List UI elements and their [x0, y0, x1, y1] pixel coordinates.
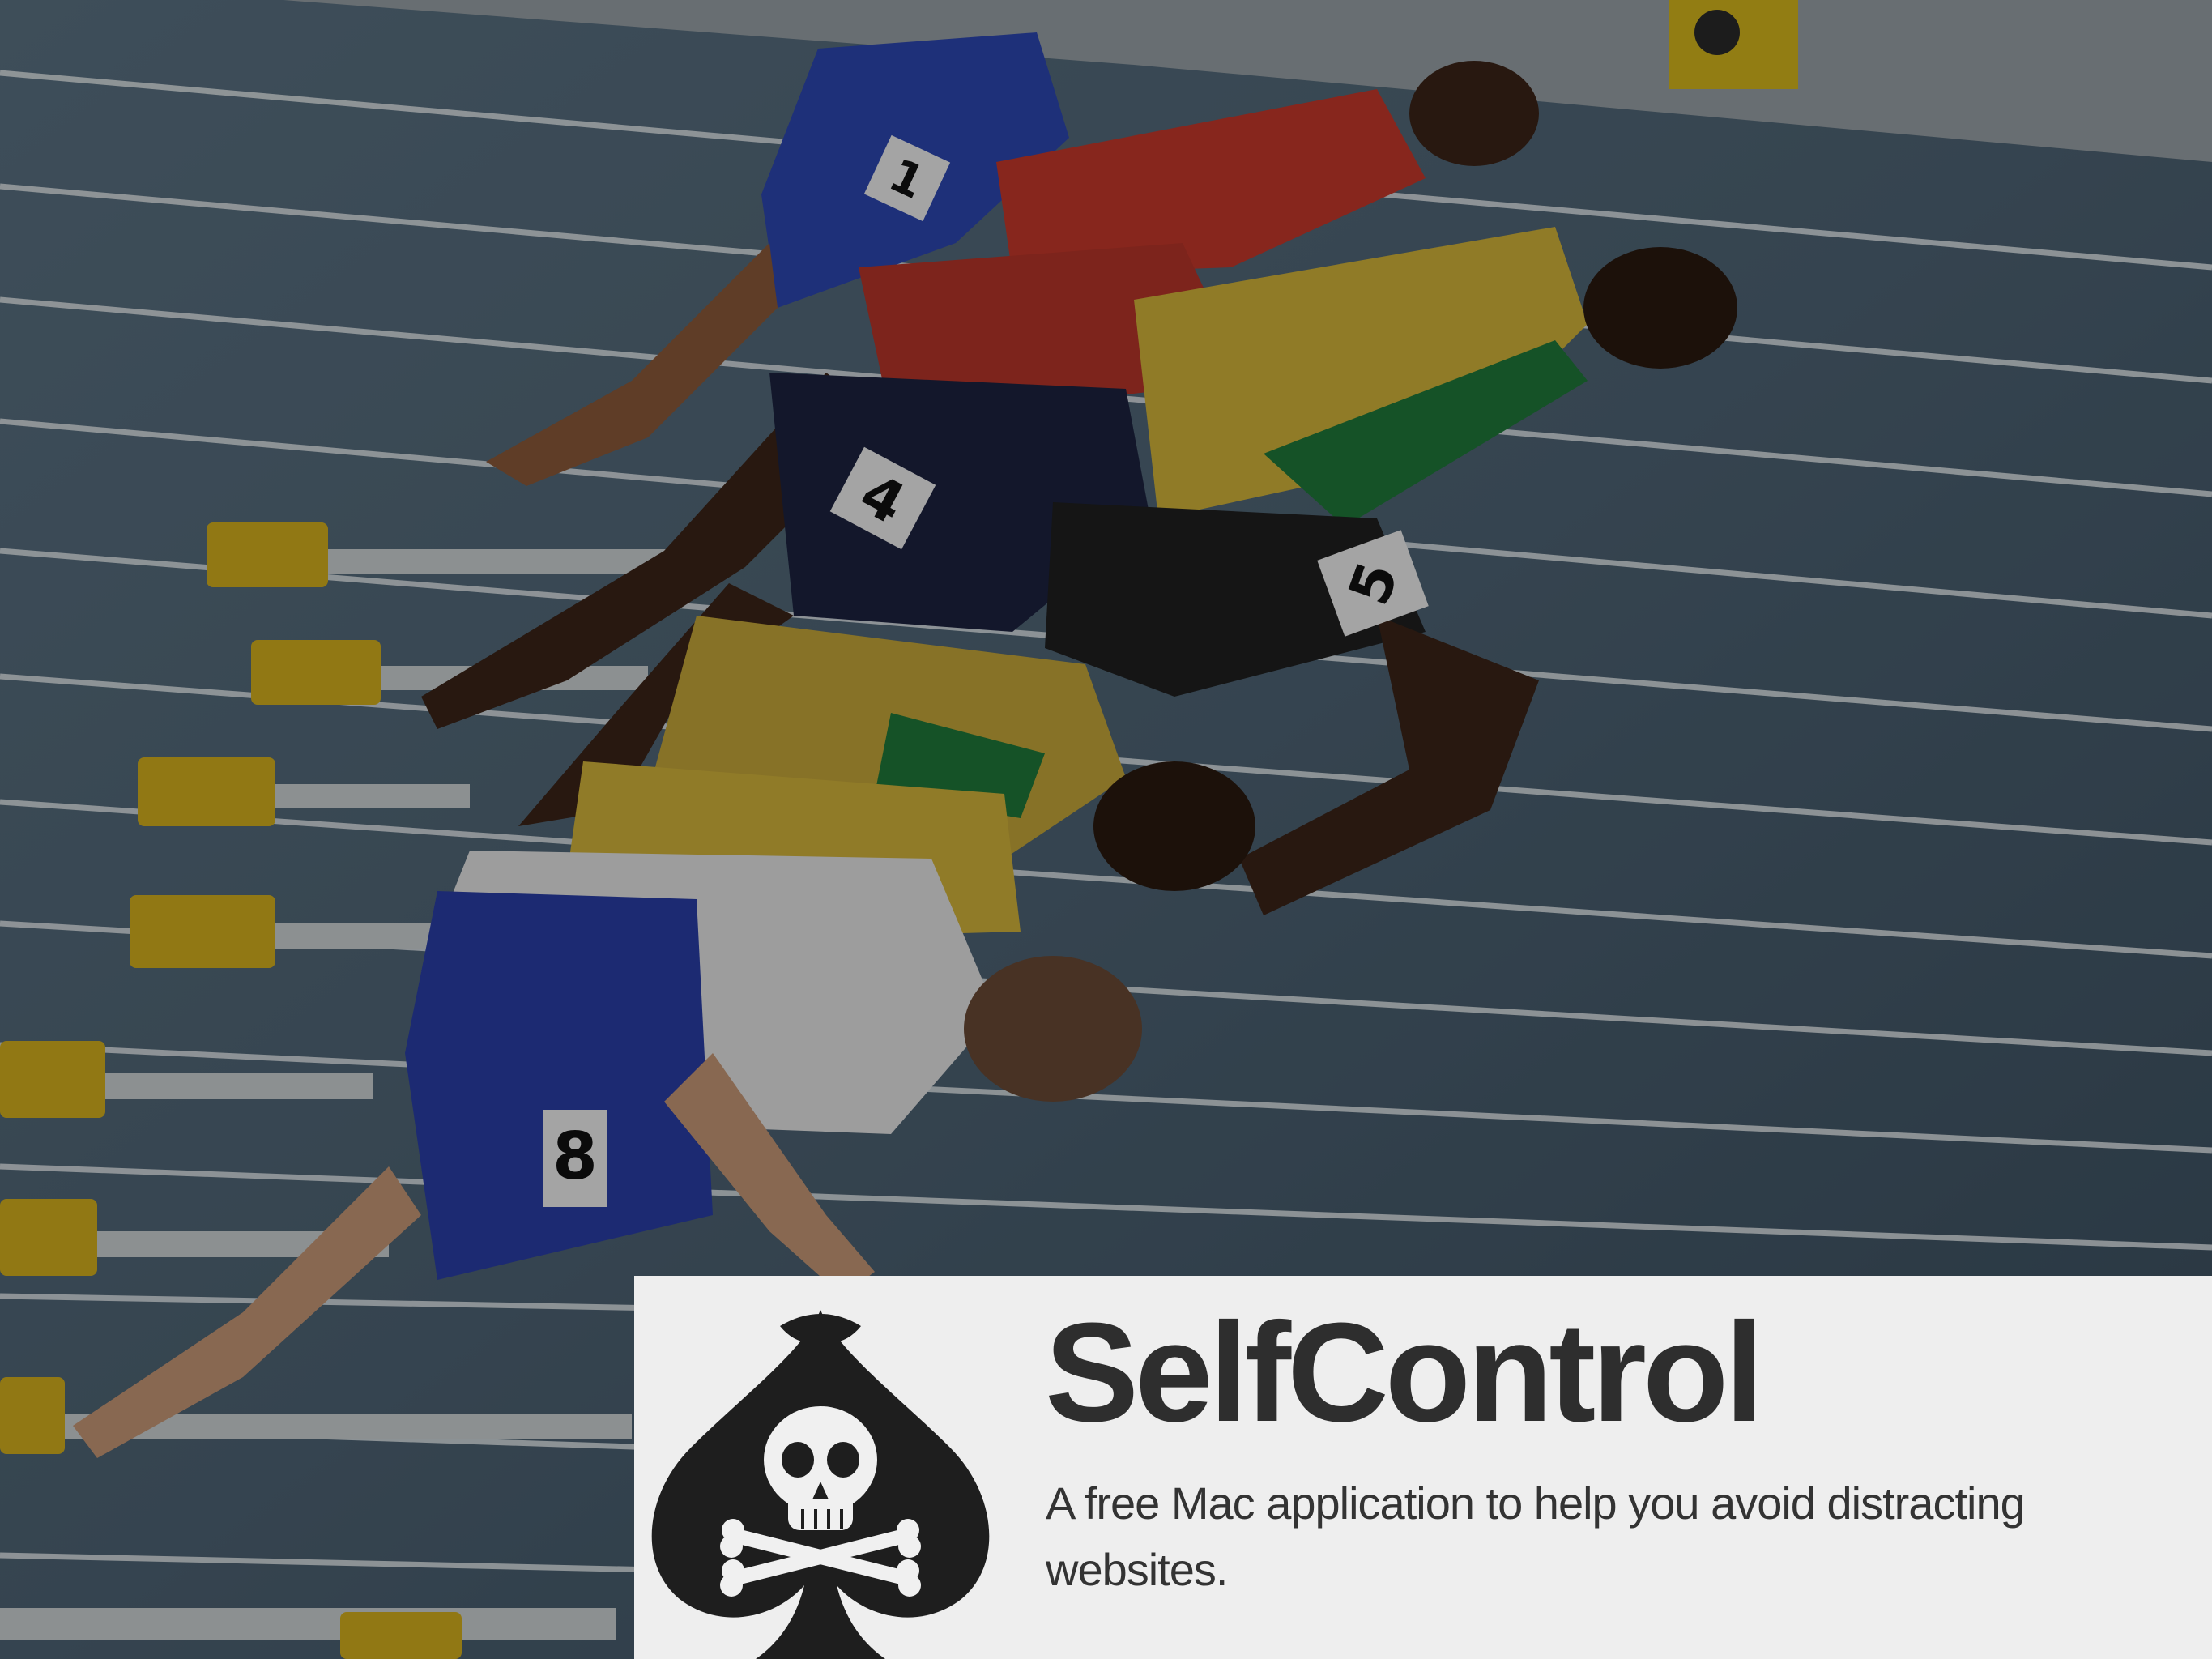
page: 1 4 5 8 SelfControl A free Mac applicati… — [0, 0, 2212, 1659]
app-tagline: A free Mac application to help you avoid… — [1046, 1478, 2026, 1595]
skull-crossbones-spade-icon — [651, 1310, 990, 1659]
app-title: SelfControl — [1045, 1293, 1764, 1451]
app-promo-card: SelfControl A free Mac application to he… — [634, 1276, 2212, 1659]
